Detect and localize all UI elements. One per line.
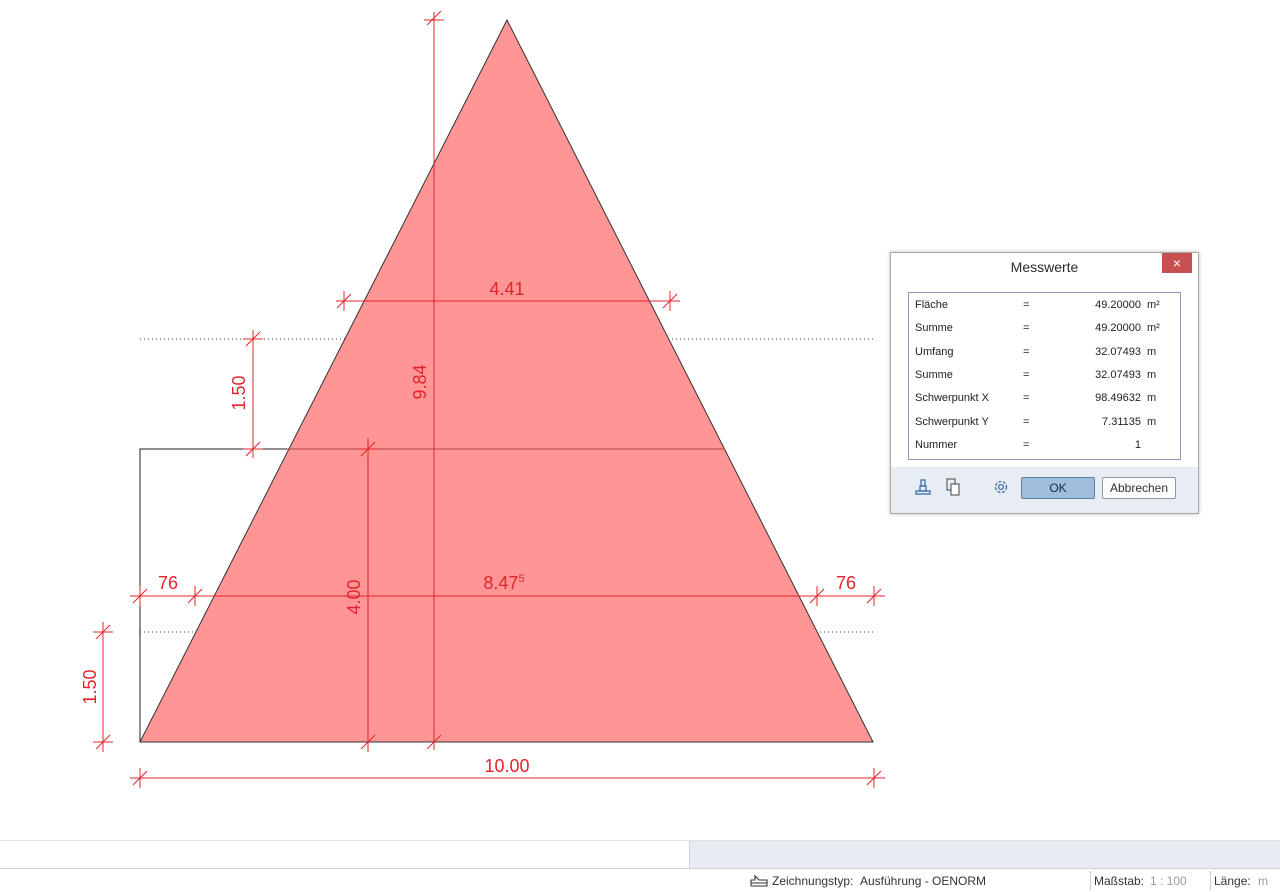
row-label: Umfang (915, 346, 954, 358)
measurement-table: Fläche = 49.20000 m² Summe = 49.20000 m²… (908, 292, 1181, 460)
dimension-spacing-lower: 1.50 (80, 669, 100, 704)
row-unit: m² (1147, 299, 1160, 311)
dimension-base-width: 10.00 (484, 756, 529, 776)
row-equals: = (1023, 299, 1030, 311)
scale-value[interactable]: 1 : 100 (1150, 874, 1187, 888)
table-row: Schwerpunkt X = 98.49632 m (915, 389, 1177, 409)
dimension-side-right: 76 (836, 573, 856, 593)
dimension-mid-width-main: 8.47 (483, 573, 518, 593)
row-value: 32.07493 (1095, 346, 1141, 358)
close-button[interactable]: × (1162, 253, 1192, 273)
dimension-side-left: 76 (158, 573, 178, 593)
row-value: 32.07493 (1095, 369, 1141, 381)
row-value: 98.49632 (1095, 392, 1141, 404)
measurement-dialog[interactable]: Messwerte × Fläche = 49.20000 m² Summe =… (890, 252, 1199, 514)
drawing-type-value[interactable]: Ausführung - OENORM (860, 874, 986, 888)
table-row: Schwerpunkt Y = 7.31135 m (915, 413, 1177, 433)
table-row: Nummer = 1 (915, 436, 1177, 456)
row-value: 49.20000 (1095, 322, 1141, 334)
row-equals: = (1023, 392, 1030, 404)
dimension-mid-width-sup: 5 (518, 573, 524, 585)
row-label: Summe (915, 369, 953, 381)
table-row: Umfang = 32.07493 m (915, 343, 1177, 363)
row-label: Schwerpunkt Y (915, 416, 989, 428)
row-equals: = (1023, 416, 1030, 428)
row-unit: m (1147, 369, 1157, 381)
dialog-footer: OK Abbrechen (891, 467, 1198, 513)
length-label: Länge: (1214, 874, 1251, 888)
row-unit: m (1147, 392, 1157, 404)
dimension-top-width: 4.41 (489, 279, 524, 299)
row-value: 7.31135 (1102, 416, 1141, 428)
row-label: Fläche (915, 299, 949, 311)
command-bar (0, 840, 1280, 869)
dimension-spacing-upper: 1.50 (229, 375, 249, 410)
status-bar: Zeichnungstyp: Ausführung - OENORM Maßst… (0, 868, 1280, 892)
ok-button[interactable]: OK (1021, 477, 1095, 499)
row-value: 49.20000 (1095, 299, 1141, 311)
row-label: Summe (915, 322, 953, 334)
dimension-mid-width: 8.475 (483, 573, 524, 593)
row-label: Schwerpunkt X (915, 392, 989, 404)
row-equals: = (1023, 346, 1030, 358)
table-row: Summe = 49.20000 m² (915, 319, 1177, 339)
table-row: Fläche = 49.20000 m² (915, 296, 1177, 316)
drawing-type-icon[interactable] (750, 874, 768, 890)
row-label: Nummer (915, 439, 958, 451)
copy-icon[interactable] (943, 477, 963, 497)
triangle-area[interactable] (139, 18, 874, 743)
drawing-type-label: Zeichnungstyp: (772, 874, 854, 888)
row-equals: = (1023, 369, 1030, 381)
row-equals: = (1023, 322, 1030, 334)
settings-icon[interactable] (991, 477, 1011, 497)
table-row: Summe = 32.07493 m (915, 366, 1177, 386)
row-value: 1 (1134, 439, 1141, 451)
cancel-button[interactable]: Abbrechen (1102, 477, 1176, 499)
command-bar-right-panel (689, 841, 1280, 869)
scale-label: Maßstab: (1094, 874, 1145, 888)
status-separator (1090, 871, 1091, 890)
row-equals: = (1023, 439, 1030, 451)
status-separator (1210, 871, 1211, 890)
row-unit: m² (1147, 322, 1160, 334)
row-unit: m (1147, 346, 1157, 358)
stamp-icon[interactable] (913, 477, 933, 497)
close-icon: × (1172, 255, 1182, 271)
dimension-height-lower: 4.00 (344, 579, 364, 614)
row-unit: m (1147, 416, 1157, 428)
dialog-title: Messwerte (1010, 259, 1079, 275)
length-value[interactable]: m (1258, 874, 1268, 888)
dimension-height-total: 9.84 (410, 364, 430, 399)
